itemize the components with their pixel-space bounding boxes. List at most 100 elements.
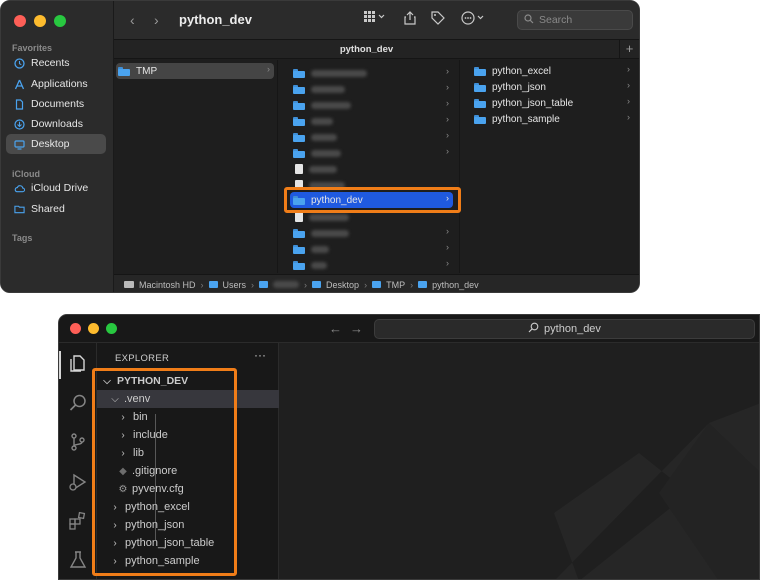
path-separator: ›	[200, 279, 204, 290]
forward-arrow-icon[interactable]: →	[350, 321, 371, 336]
list-item-tmp[interactable]: TMP ›	[116, 63, 274, 79]
list-item[interactable]: ›	[293, 113, 453, 129]
list-item[interactable]: ›	[293, 65, 453, 81]
source-control-icon[interactable]	[68, 432, 88, 452]
blurred-name	[311, 229, 349, 237]
list-item[interactable]: ›	[293, 257, 453, 273]
clock-icon	[14, 57, 25, 69]
zoom-button[interactable]	[54, 15, 66, 27]
testing-flask-icon[interactable]	[68, 550, 88, 570]
list-item-python-sample[interactable]: python_sample ›	[474, 111, 634, 127]
explorer-icon[interactable]	[68, 353, 88, 373]
sidebar-item-label: Recents	[31, 57, 70, 69]
folder-icon	[293, 244, 305, 254]
cloud-icon	[14, 183, 25, 194]
chevron-right-icon: ›	[627, 112, 630, 122]
blurred-name	[311, 101, 351, 109]
window-controls	[70, 323, 117, 334]
path-separator: ›	[304, 279, 308, 290]
sidebar-item-label: Shared	[31, 203, 65, 215]
blurred-name	[311, 117, 333, 125]
list-item[interactable]: ›	[293, 241, 453, 257]
search-icon[interactable]	[68, 393, 88, 413]
back-icon[interactable]: ‹	[130, 12, 135, 28]
more-actions-icon[interactable]	[461, 11, 487, 28]
sidebar-section-tags: Tags	[12, 233, 33, 243]
sidebar-item-label: Downloads	[31, 118, 83, 130]
window-title: python_dev	[179, 12, 252, 27]
chevron-right-icon: ›	[446, 242, 449, 252]
item-label: python_sample	[492, 113, 560, 125]
command-center-label: python_dev	[544, 323, 601, 335]
path-separator: ›	[410, 279, 414, 290]
sidebar-item-shared[interactable]: Shared	[6, 199, 106, 219]
blurred-name	[311, 85, 345, 93]
close-button[interactable]	[70, 323, 81, 334]
active-indicator	[59, 351, 61, 379]
search-input[interactable]	[539, 14, 619, 26]
finder-sidebar: Favorites Recents Applications Documents…	[1, 1, 114, 292]
list-item-python-json-table[interactable]: python_json_table ›	[474, 95, 634, 111]
share-icon[interactable]	[404, 11, 416, 28]
path-segment-users[interactable]: Users	[223, 280, 247, 290]
chevron-right-icon: ›	[446, 98, 449, 108]
path-separator: ›	[364, 279, 368, 290]
folder-icon	[474, 98, 486, 108]
new-tab-button[interactable]: +	[619, 40, 639, 59]
folder-icon	[293, 132, 305, 142]
list-item[interactable]: ›	[293, 129, 453, 145]
explorer-title: EXPLORER	[115, 353, 170, 364]
sidebar-item-label: Desktop	[31, 138, 70, 150]
folder-icon	[372, 281, 382, 288]
back-arrow-icon[interactable]: ←	[329, 321, 350, 336]
list-item[interactable]: ›	[293, 145, 453, 161]
list-item[interactable]: ›	[293, 81, 453, 97]
sidebar-item-icloud-drive[interactable]: iCloud Drive	[6, 178, 106, 198]
sidebar-item-recents[interactable]: Recents	[6, 53, 106, 73]
finder-window: Favorites Recents Applications Documents…	[0, 0, 640, 293]
close-button[interactable]	[14, 15, 26, 27]
sidebar-item-downloads[interactable]: Downloads	[6, 114, 106, 134]
chevron-right-icon: ›	[446, 258, 449, 268]
folder-icon	[293, 100, 305, 110]
window-controls	[14, 15, 66, 27]
command-center[interactable]: python_dev	[374, 319, 755, 339]
shared-folder-icon	[14, 204, 25, 215]
run-debug-icon[interactable]	[68, 472, 88, 492]
blurred-name	[311, 133, 337, 141]
list-item[interactable]: ›	[293, 97, 453, 113]
sidebar-item-applications[interactable]: Applications	[6, 74, 106, 94]
sidebar-item-label: Documents	[31, 98, 85, 110]
path-segment-desktop[interactable]: Desktop	[326, 280, 359, 290]
path-segment-current[interactable]: python_dev	[432, 280, 479, 290]
item-label: python_excel	[492, 65, 551, 77]
vscode-watermark-icon	[554, 403, 759, 579]
search-field[interactable]	[517, 10, 633, 30]
minimize-button[interactable]	[88, 323, 99, 334]
blurred-name	[309, 165, 337, 173]
list-item-python-excel[interactable]: python_excel ›	[474, 63, 634, 79]
path-segment-hd[interactable]: Macintosh HD	[139, 280, 196, 290]
sidebar-item-desktop[interactable]: Desktop	[6, 134, 106, 154]
view-options-icon[interactable]	[364, 11, 386, 26]
minimize-button[interactable]	[34, 15, 46, 27]
zoom-button[interactable]	[106, 323, 117, 334]
sidebar-item-documents[interactable]: Documents	[6, 94, 106, 114]
search-icon	[528, 322, 539, 336]
chevron-right-icon: ›	[446, 226, 449, 236]
folder-icon	[293, 116, 305, 126]
list-item[interactable]	[295, 161, 453, 177]
path-segment-username-blurred[interactable]	[273, 281, 300, 288]
tab-python-dev[interactable]: python_dev	[114, 44, 619, 55]
folder-icon	[418, 281, 428, 288]
more-actions-icon[interactable]: ···	[254, 348, 266, 362]
blurred-name	[311, 261, 327, 269]
hard-drive-icon	[124, 281, 134, 288]
chevron-right-icon: ›	[627, 96, 630, 106]
extensions-icon[interactable]	[68, 511, 88, 531]
tag-icon[interactable]	[431, 11, 445, 28]
forward-icon[interactable]: ›	[154, 12, 159, 28]
path-segment-tmp[interactable]: TMP	[386, 280, 405, 290]
list-item-python-json[interactable]: python_json ›	[474, 79, 634, 95]
list-item[interactable]: ›	[293, 225, 453, 241]
